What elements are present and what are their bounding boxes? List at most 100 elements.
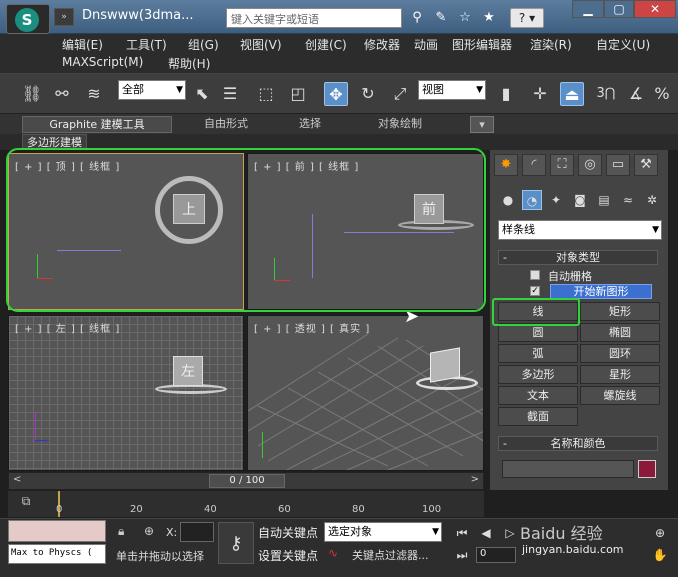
systems-icon[interactable]: ✲ bbox=[642, 190, 662, 210]
auto-grid-checkbox[interactable] bbox=[530, 270, 540, 280]
menu-create[interactable]: 创建(C) bbox=[305, 36, 347, 53]
menu-help[interactable]: 帮助(H) bbox=[168, 55, 210, 72]
menu-maxscript[interactable]: MAXScript(M) bbox=[62, 55, 143, 69]
display-tab-icon[interactable]: ▭ bbox=[606, 154, 630, 176]
utilities-tab-icon[interactable]: ⚒ bbox=[634, 154, 658, 176]
mini-curve-editor-icon[interactable]: ⧉ bbox=[16, 494, 36, 512]
donut-button[interactable]: 圆环 bbox=[580, 344, 660, 363]
menu-rendering[interactable]: 渲染(R) bbox=[530, 36, 572, 53]
minimize-button[interactable]: ▁ bbox=[572, 0, 604, 18]
app-menu-button[interactable]: S bbox=[6, 4, 50, 34]
menu-animation[interactable]: 动画 bbox=[414, 36, 438, 53]
tab-freeform[interactable]: 自由形式 bbox=[186, 116, 266, 133]
favorites-icon[interactable]: ☆ bbox=[456, 9, 474, 27]
maxscript-listener[interactable] bbox=[8, 520, 106, 542]
section-button[interactable]: 截面 bbox=[498, 407, 578, 426]
binoculars-icon[interactable]: ⚲ bbox=[408, 9, 426, 27]
select-by-name-icon[interactable]: ☰ bbox=[218, 82, 242, 106]
helpers-icon[interactable]: ▤ bbox=[594, 190, 614, 210]
pan-icon[interactable]: ✋ bbox=[650, 546, 670, 564]
quick-access-more-icon[interactable]: » bbox=[54, 8, 74, 26]
tab-graphite[interactable]: Graphite 建模工具 bbox=[22, 116, 172, 133]
shape-category-dropdown[interactable]: 样条线 ▼ bbox=[498, 220, 662, 240]
menu-customize[interactable]: 自定义(U) bbox=[596, 36, 650, 53]
close-button[interactable]: ✕ bbox=[634, 0, 676, 18]
tab-selection[interactable]: 选择 bbox=[280, 116, 340, 133]
key-mode-icon[interactable]: ⏭ bbox=[452, 546, 472, 564]
hierarchy-tab-icon[interactable]: ⛶ bbox=[550, 154, 574, 176]
search-input[interactable]: 键入关键字或短语 bbox=[226, 8, 402, 28]
angle-snap-icon[interactable]: ∡ bbox=[624, 82, 648, 106]
set-key-button[interactable]: 设置关键点 bbox=[258, 547, 318, 564]
object-color-swatch[interactable] bbox=[638, 460, 656, 478]
scale-icon[interactable]: ⤢ bbox=[388, 82, 412, 106]
shapes-icon[interactable]: ◔ bbox=[522, 190, 542, 210]
cameras-icon[interactable]: ◙ bbox=[570, 190, 590, 210]
motion-tab-icon[interactable]: ◎ bbox=[578, 154, 602, 176]
viewport-perspective[interactable]: [ + ] [ 透视 ] [ 真实 ] bbox=[247, 315, 484, 471]
viewport-left[interactable]: [ + ] [ 左 ] [ 线框 ] 左 bbox=[8, 315, 244, 471]
tab-object-paint[interactable]: 对象绘制 bbox=[360, 116, 440, 133]
create-tab-icon[interactable]: ✸ bbox=[494, 154, 518, 176]
keyboard-shortcut-icon[interactable]: ⏏ bbox=[560, 82, 584, 106]
ngon-button[interactable]: 多边形 bbox=[498, 365, 578, 384]
menu-tools[interactable]: 工具(T) bbox=[126, 36, 167, 53]
unlink-icon[interactable]: ⚯ bbox=[50, 82, 74, 106]
menu-graph-editors[interactable]: 图形编辑器 bbox=[452, 36, 512, 53]
select-object-icon[interactable]: ⬉ bbox=[190, 82, 214, 106]
rollout-object-type[interactable]: - 对象类型 bbox=[498, 250, 658, 265]
start-new-shape-button[interactable]: 开始新图形 bbox=[550, 284, 652, 299]
text-button[interactable]: 文本 bbox=[498, 386, 578, 405]
viewport-label-left[interactable]: [ + ] [ 左 ] [ 线框 ] bbox=[15, 320, 120, 335]
select-manipulate-icon[interactable]: ✛ bbox=[528, 82, 552, 106]
rect-selection-icon[interactable]: ⬚ bbox=[254, 82, 278, 106]
menu-edit[interactable]: 编辑(E) bbox=[62, 36, 103, 53]
helix-button[interactable]: 螺旋线 bbox=[580, 386, 660, 405]
menu-modifiers[interactable]: 修改器 bbox=[364, 36, 400, 53]
time-slider[interactable]: < 0 / 100 > bbox=[8, 472, 484, 490]
rotate-icon[interactable]: ↻ bbox=[356, 82, 380, 106]
next-frame-icon[interactable]: > bbox=[471, 474, 479, 485]
wrench-icon[interactable]: ✎ bbox=[432, 9, 450, 27]
geometry-icon[interactable]: ● bbox=[498, 190, 518, 210]
play-icon[interactable]: ▷ bbox=[500, 524, 520, 542]
move-icon[interactable]: ✥ bbox=[324, 82, 348, 106]
lock-icon[interactable]: 🔒︎ bbox=[118, 524, 124, 539]
transform-mode-icon[interactable]: ⊕ bbox=[144, 524, 154, 538]
link-icon[interactable]: ⛓ bbox=[20, 82, 44, 106]
auto-key-button[interactable]: 自动关键点 bbox=[258, 524, 318, 541]
help-button[interactable]: ? ▾ bbox=[510, 8, 544, 28]
x-coordinate-field[interactable] bbox=[180, 522, 214, 542]
spacewarps-icon[interactable]: ≈ bbox=[618, 190, 638, 210]
current-frame-field[interactable]: 0 bbox=[476, 547, 516, 563]
time-slider-thumb[interactable]: 0 / 100 bbox=[209, 474, 285, 488]
lights-icon[interactable]: ✦ bbox=[546, 190, 566, 210]
selection-filter-dropdown[interactable]: 全部 ▼ bbox=[118, 80, 186, 100]
ellipse-button[interactable]: 椭圆 bbox=[580, 323, 660, 342]
track-bar[interactable]: ⧉ bbox=[8, 491, 484, 517]
viewport-label-persp[interactable]: [ + ] [ 透视 ] [ 真实 ] bbox=[254, 320, 370, 335]
viewcube-left[interactable]: 左 bbox=[173, 356, 203, 386]
key-filters-button[interactable]: 关键点过滤器... bbox=[352, 547, 429, 563]
window-crossing-icon[interactable]: ◰ bbox=[286, 82, 310, 106]
star-icon[interactable]: ★ bbox=[480, 9, 498, 27]
reference-coord-dropdown[interactable]: 视图 ▼ bbox=[418, 80, 486, 100]
key-selection-dropdown[interactable]: 选定对象 ▼ bbox=[324, 522, 442, 542]
pivot-icon[interactable]: ▮ bbox=[494, 82, 518, 106]
maxscript-mini-input[interactable]: Max to Physcs ( bbox=[8, 544, 106, 564]
snap-toggle-icon[interactable]: 3⋂ bbox=[594, 82, 618, 106]
menu-views[interactable]: 视图(V) bbox=[240, 36, 282, 53]
rollout-name-color[interactable]: - 名称和颜色 bbox=[498, 436, 658, 451]
go-to-start-icon[interactable]: ⏮ bbox=[452, 524, 472, 542]
viewcube-persp[interactable] bbox=[430, 347, 460, 383]
maximize-button[interactable]: ▢ bbox=[604, 0, 634, 18]
key-icon[interactable]: ⚷ bbox=[218, 522, 254, 564]
star-button[interactable]: 星形 bbox=[580, 365, 660, 384]
menu-group[interactable]: 组(G) bbox=[188, 36, 219, 53]
modify-tab-icon[interactable]: ◜ bbox=[522, 154, 546, 176]
rectangle-button[interactable]: 矩形 bbox=[580, 302, 660, 321]
prev-frame-icon[interactable]: < bbox=[13, 474, 21, 485]
zoom-icon[interactable]: ⊕ bbox=[650, 524, 670, 542]
object-name-field[interactable] bbox=[502, 460, 634, 478]
start-new-shape-checkbox[interactable]: ✓ bbox=[530, 286, 540, 296]
